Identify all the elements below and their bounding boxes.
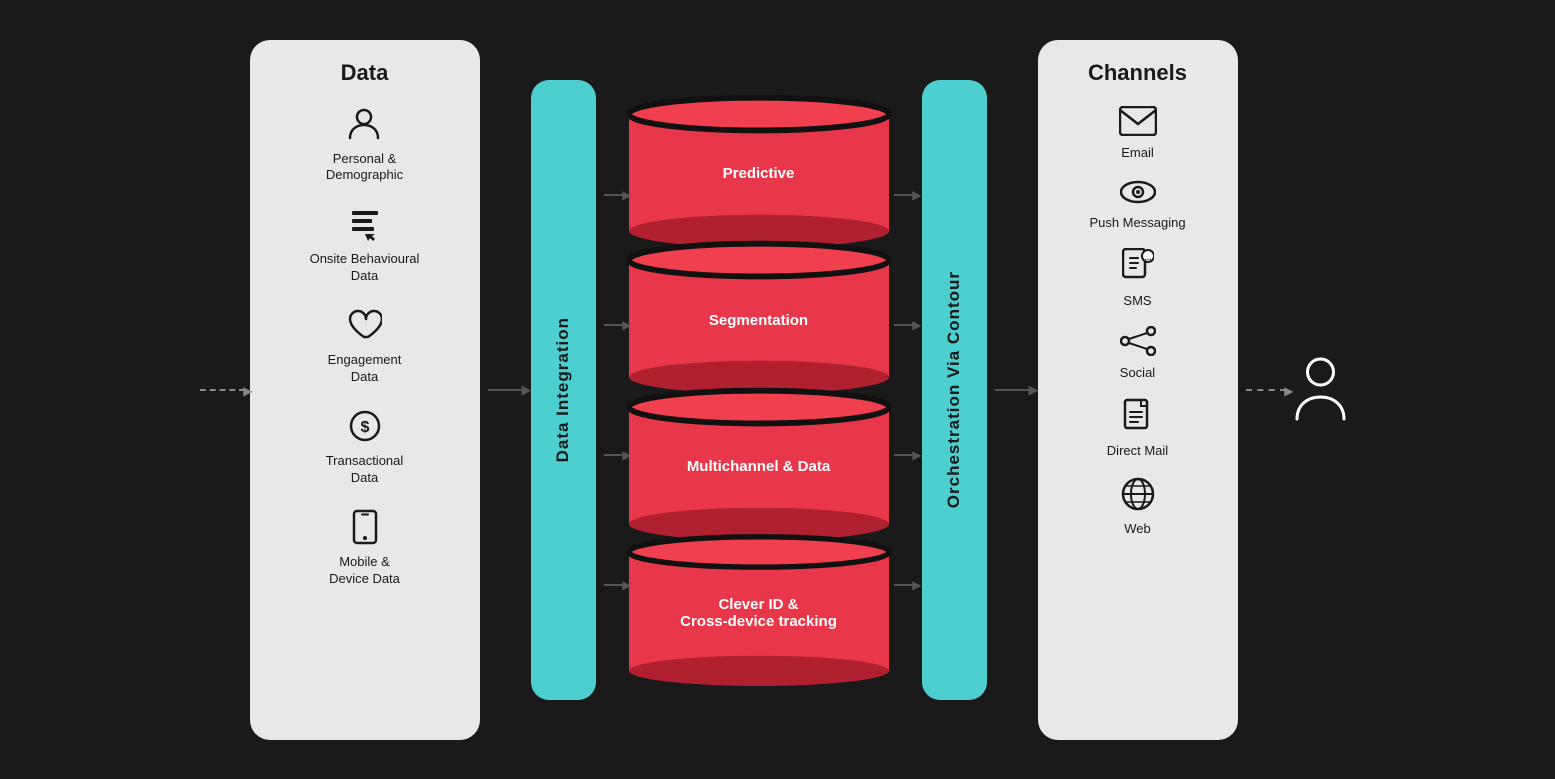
sms-icon: ... — [1122, 248, 1154, 291]
channel-social: Social — [1120, 326, 1156, 380]
directmail-label: Direct Mail — [1107, 443, 1168, 458]
arrow-orchestration-to-channels: ▶ — [995, 80, 1030, 700]
segment-cleverid-label: Clever ID &Cross-device tracking — [672, 596, 845, 630]
web-icon — [1120, 476, 1156, 519]
personal-label: Personal &Demographic — [326, 151, 403, 185]
data-item-personal: Personal &Demographic — [326, 106, 403, 185]
channel-push: Push Messaging — [1089, 178, 1185, 230]
segment-predictive-label: Predictive — [715, 165, 803, 182]
web-label: Web — [1124, 521, 1151, 536]
svg-text:$: $ — [360, 419, 369, 436]
channel-directmail: Direct Mail — [1107, 398, 1168, 458]
data-integration-panel: Data Integration — [531, 80, 596, 700]
behavioural-label: Onsite BehaviouralData — [310, 251, 420, 285]
push-icon — [1120, 178, 1156, 213]
email-icon — [1119, 106, 1157, 143]
customer-person — [1286, 80, 1356, 700]
mobile-icon — [351, 509, 379, 550]
channels-panel: Channels Email Push Messaging — [1038, 40, 1238, 740]
sms-label: SMS — [1123, 293, 1151, 308]
orchestration-label: Orchestration Via Contour — [944, 271, 964, 508]
directmail-icon — [1123, 398, 1153, 441]
channel-sms: ... SMS — [1122, 248, 1154, 308]
channels-panel-title: Channels — [1088, 60, 1187, 86]
arrow-data-to-integration: ▶ — [488, 80, 523, 700]
data-item-behavioural: Onsite BehaviouralData — [310, 206, 420, 285]
svg-text:...: ... — [1144, 253, 1151, 262]
cylinder-stack: Predictive Segmentation — [629, 100, 889, 680]
db-segment-cleverid: Clever ID &Cross-device tracking — [629, 539, 889, 680]
social-icon — [1120, 326, 1156, 363]
social-label: Social — [1120, 365, 1155, 380]
channel-web: Web — [1120, 476, 1156, 536]
dollar-icon: $ — [347, 408, 383, 449]
database-section: Predictive Segmentation — [624, 80, 894, 700]
segment-multichannel-label: Multichannel & Data — [679, 458, 838, 475]
db-segment-segmentation: Segmentation — [629, 246, 889, 387]
mobile-label: Mobile &Device Data — [329, 554, 400, 588]
orchestration-panel: Orchestration Via Contour — [922, 80, 987, 700]
push-label: Push Messaging — [1089, 215, 1185, 230]
engagement-label: EngagementData — [328, 352, 402, 386]
person-icon — [346, 106, 382, 147]
transactional-label: TransactionalData — [326, 453, 404, 487]
data-panel: Data Personal &Demographic — [250, 40, 480, 740]
entry-arrow: ▶ — [200, 80, 245, 700]
db-segment-multichannel: Multichannel & Data — [629, 393, 889, 534]
segment-segmentation-label: Segmentation — [701, 312, 816, 329]
email-label: Email — [1121, 145, 1154, 160]
left-db-arrows: ▶ ▶ ▶ ▶ — [596, 100, 624, 680]
channel-email: Email — [1119, 106, 1157, 160]
db-segment-predictive: Predictive — [629, 100, 889, 241]
exit-arrow: ▶ — [1246, 80, 1286, 700]
heart-icon — [346, 307, 382, 348]
diagram-container: ▶ Data Personal &Demographic — [0, 40, 1555, 740]
data-item-engagement: EngagementData — [328, 307, 402, 386]
data-panel-title: Data — [341, 60, 389, 86]
right-db-arrows: ▶ ▶ ▶ ▶ — [894, 100, 922, 680]
data-integration-label: Data Integration — [553, 317, 573, 462]
data-item-transactional: $ TransactionalData — [326, 408, 404, 487]
cursor-icon — [347, 206, 383, 247]
data-item-mobile: Mobile &Device Data — [329, 509, 400, 588]
